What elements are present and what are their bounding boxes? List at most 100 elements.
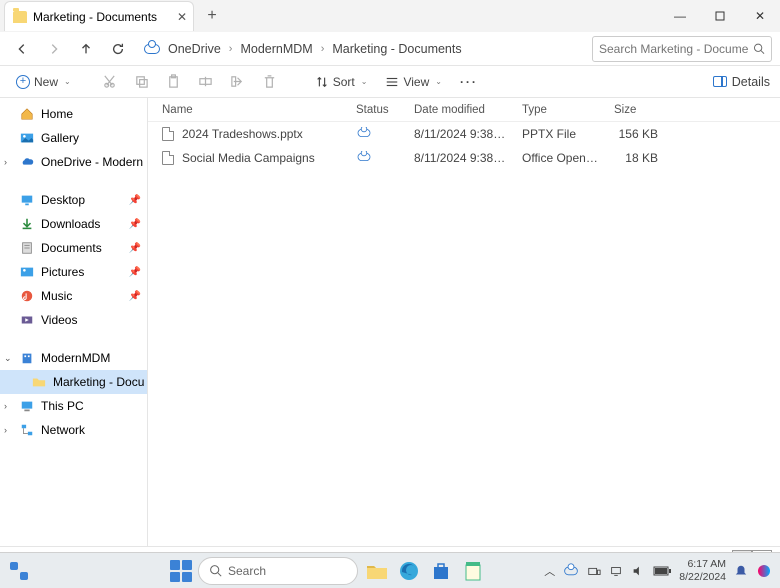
time: 6:17 AM (679, 558, 726, 571)
body: Home Gallery › OneDrive - Modern Desktop… (0, 98, 780, 546)
sidebar-item-documents[interactable]: Documents 📌 (0, 236, 147, 260)
copy-button[interactable] (129, 69, 155, 95)
sidebar-item-network[interactable]: › Network (0, 418, 147, 442)
view-button[interactable]: View ⌄ (379, 72, 448, 92)
chevron-right-icon: › (229, 43, 233, 55)
tab-close-button[interactable]: ✕ (177, 10, 187, 24)
chevron-right-icon: › (321, 43, 325, 55)
sidebar-item-label: ModernMDM (41, 351, 110, 365)
pin-icon: 📌 (129, 195, 141, 206)
sidebar-item-marketing-docs[interactable]: Marketing - Docu (0, 370, 147, 394)
breadcrumb-root[interactable]: OneDrive (164, 39, 225, 59)
onedrive-icon (144, 44, 160, 54)
sidebar-item-label: Home (41, 107, 73, 121)
cut-button[interactable] (97, 69, 123, 95)
building-icon (20, 351, 34, 365)
column-date[interactable]: Date modified (406, 104, 514, 116)
network-tray-icon[interactable] (609, 564, 623, 578)
sidebar-item-onedrive[interactable]: › OneDrive - Modern (0, 150, 147, 174)
details-label: Details (732, 75, 770, 89)
sidebar-item-label: Desktop (41, 193, 85, 207)
chevron-down-icon: ⌄ (435, 77, 442, 86)
sidebar-item-music[interactable]: Music 📌 (0, 284, 147, 308)
up-button[interactable] (72, 35, 100, 63)
taskbar: Search ︿ 6:17 AM 8/22/2024 (0, 552, 780, 588)
file-row[interactable]: Social Media Campaigns 8/11/2024 9:38 AM… (148, 146, 780, 170)
widgets-button[interactable] (8, 560, 30, 582)
sort-icon (315, 75, 329, 89)
sidebar-item-videos[interactable]: Videos (0, 308, 147, 332)
details-pane-icon (713, 76, 727, 87)
search-box[interactable] (592, 36, 772, 62)
expand-icon[interactable]: › (4, 425, 7, 435)
sidebar-item-thispc[interactable]: › This PC (0, 394, 147, 418)
pc-icon (20, 399, 34, 413)
sidebar-item-label: Network (41, 423, 85, 437)
breadcrumb: OneDrive › ModernMDM › Marketing - Docum… (144, 39, 588, 59)
sidebar-item-label: Videos (41, 313, 77, 327)
sidebar-item-modernmdm[interactable]: ⌄ ModernMDM (0, 346, 147, 370)
sidebar-item-label: Pictures (41, 265, 84, 279)
file-row[interactable]: 2024 Tradeshows.pptx 8/11/2024 9:38 AM P… (148, 122, 780, 146)
pictures-icon (20, 265, 34, 279)
clock[interactable]: 6:17 AM 8/22/2024 (679, 558, 726, 583)
sort-button[interactable]: Sort ⌄ (309, 72, 374, 92)
sidebar-item-label: Downloads (41, 217, 100, 231)
copilot-tray-icon[interactable] (756, 563, 772, 579)
device-tray-icon[interactable] (587, 564, 601, 578)
more-button[interactable]: ··· (454, 72, 484, 92)
file-type: Office Open XML ... (514, 151, 606, 165)
new-tab-button[interactable]: + (200, 7, 224, 25)
column-size[interactable]: Size (606, 104, 666, 116)
paste-button[interactable] (161, 69, 187, 95)
share-button[interactable] (225, 69, 251, 95)
notepad-taskbar-icon[interactable] (460, 558, 486, 584)
sidebar-item-pictures[interactable]: Pictures 📌 (0, 260, 147, 284)
forward-button[interactable] (40, 35, 68, 63)
pin-icon: 📌 (129, 291, 141, 302)
expand-icon[interactable]: › (4, 157, 7, 167)
store-taskbar-icon[interactable] (428, 558, 454, 584)
cloud-status-icon (358, 153, 371, 161)
breadcrumb-lvl1[interactable]: ModernMDM (236, 39, 316, 59)
start-button[interactable] (170, 560, 192, 582)
view-icon (385, 75, 399, 89)
document-icon (20, 241, 34, 255)
onedrive-tray-icon[interactable] (564, 566, 578, 575)
expand-icon[interactable]: › (4, 401, 7, 411)
sidebar-item-label: Documents (41, 241, 102, 255)
column-name[interactable]: Name (148, 104, 348, 116)
close-window-button[interactable]: ✕ (740, 2, 780, 30)
search-input[interactable] (599, 42, 749, 56)
column-status[interactable]: Status (348, 104, 406, 116)
rename-button[interactable] (193, 69, 219, 95)
window-tab[interactable]: Marketing - Documents ✕ (4, 1, 194, 31)
maximize-button[interactable] (700, 2, 740, 30)
sidebar-item-desktop[interactable]: Desktop 📌 (0, 188, 147, 212)
details-pane-button[interactable]: Details (713, 75, 770, 89)
breadcrumb-lvl2[interactable]: Marketing - Documents (328, 39, 465, 59)
title-bar: Marketing - Documents ✕ + — ✕ (0, 0, 780, 32)
minimize-button[interactable]: — (660, 2, 700, 30)
sidebar-item-home[interactable]: Home (0, 102, 147, 126)
tray-chevron-icon[interactable]: ︿ (544, 563, 555, 579)
gallery-icon (20, 131, 34, 145)
pin-icon: 📌 (129, 243, 141, 254)
battery-tray-icon[interactable] (653, 565, 671, 577)
collapse-icon[interactable]: ⌄ (4, 353, 12, 364)
volume-tray-icon[interactable] (631, 564, 645, 578)
explorer-taskbar-icon[interactable] (364, 558, 390, 584)
notifications-tray-icon[interactable] (734, 564, 748, 578)
delete-button[interactable] (257, 69, 283, 95)
sidebar-item-downloads[interactable]: Downloads 📌 (0, 212, 147, 236)
back-button[interactable] (8, 35, 36, 63)
video-icon (20, 313, 34, 327)
sidebar-item-gallery[interactable]: Gallery (0, 126, 147, 150)
cloud-status-icon (358, 129, 371, 137)
new-button[interactable]: + New ⌄ (10, 72, 77, 92)
refresh-button[interactable] (104, 35, 132, 63)
view-label: View (403, 75, 429, 89)
taskbar-search[interactable]: Search (198, 557, 358, 585)
edge-taskbar-icon[interactable] (396, 558, 422, 584)
column-type[interactable]: Type (514, 104, 606, 116)
